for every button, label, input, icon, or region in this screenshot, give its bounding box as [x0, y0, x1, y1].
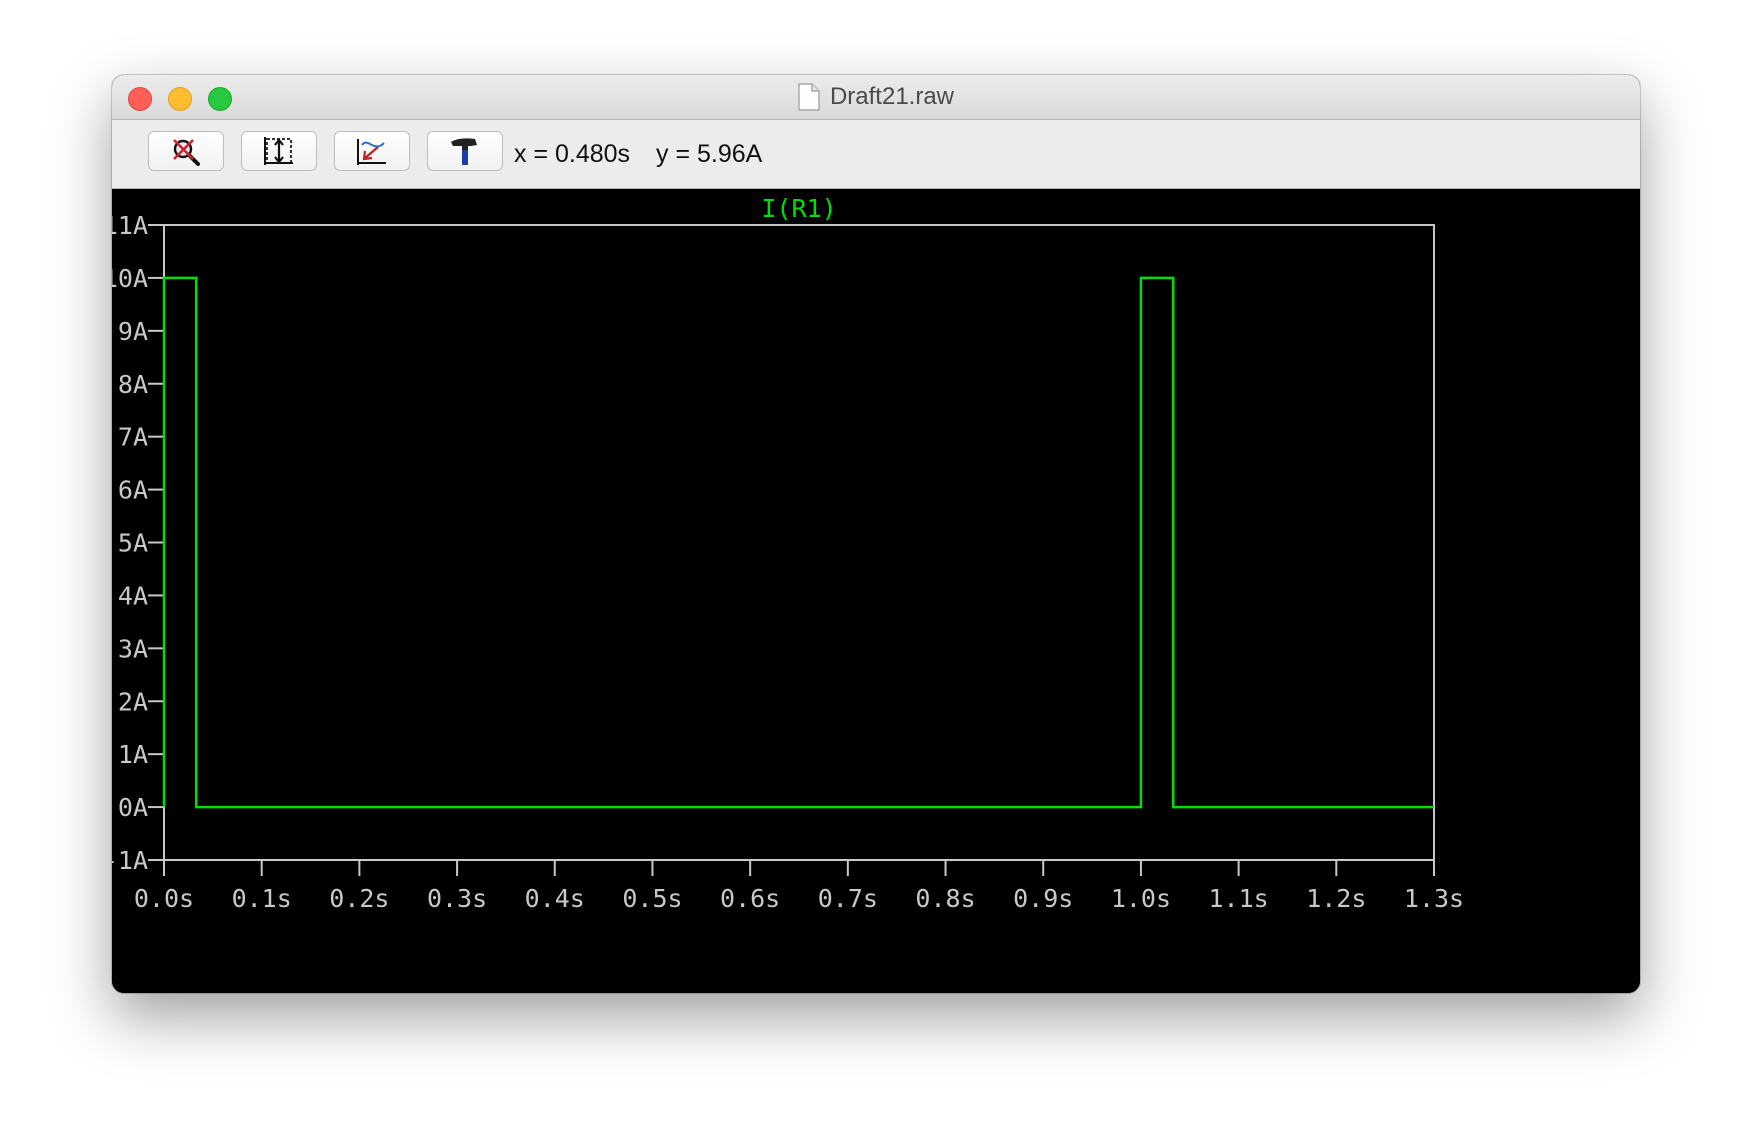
y-tick-label: 7A: [118, 423, 148, 452]
y-tick-label: 10A: [112, 264, 148, 293]
x-tick-label: 0.0s: [134, 884, 194, 913]
settings-button[interactable]: [427, 131, 503, 171]
x-tick-label: 0.3s: [427, 884, 487, 913]
zoom-cancel-button[interactable]: [148, 131, 224, 171]
x-tick-label: 1.3s: [1404, 884, 1464, 913]
x-tick-label: 0.1s: [232, 884, 292, 913]
y-tick-label: 0A: [118, 793, 148, 822]
y-tick-label: 9A: [118, 317, 148, 346]
x-tick-label: 0.8s: [915, 884, 975, 913]
zoom-cancel-icon: [173, 139, 200, 166]
x-tick-label: 0.5s: [622, 884, 682, 913]
cursor-x-readout: x = 0.480s: [514, 140, 631, 168]
window-title-group: Draft21.raw: [112, 75, 1640, 119]
y-tick-label: 5A: [118, 529, 148, 558]
x-tick-label: 1.0s: [1111, 884, 1171, 913]
fit-trace-icon: [357, 139, 386, 165]
window-title: Draft21.raw: [829, 83, 955, 110]
x-tick-label: 1.2s: [1306, 884, 1366, 913]
y-tick-label: -1A: [112, 846, 148, 875]
autorange-icon: [264, 137, 293, 165]
y-tick-label: 4A: [118, 581, 148, 610]
waveform-window: Draft21.raw x = 0.480s y = 5.96A 1A 0A 9…: [112, 75, 1640, 993]
toolbar: x = 0.480s y = 5.96A: [112, 120, 1640, 189]
y-tick-label: 8A: [118, 370, 148, 399]
x-tick-label: 1.1s: [1209, 884, 1269, 913]
x-axis-ticks: 0.0s 0.1s 0.2s 0.3s 0.4s 0.5s 0.6s 0.7s 0.8s 0.9s…: [134, 860, 1464, 913]
plot-frame: [163, 224, 1435, 861]
x-tick-label: 0.2s: [329, 884, 389, 913]
y-tick-label: 11A: [112, 211, 148, 240]
document-icon: [798, 83, 820, 111]
x-tick-label: 0.9s: [1013, 884, 1073, 913]
y-tick-label: 1A: [118, 740, 148, 769]
y-tick-label: 3A: [118, 634, 148, 663]
y-tick-label: 6A: [118, 476, 148, 505]
x-tick-label: 0.6s: [720, 884, 780, 913]
x-tick-label: 0.7s: [818, 884, 878, 913]
x-tick-label: 0.4s: [525, 884, 585, 913]
autorange-button[interactable]: [241, 131, 317, 171]
trace-label[interactable]: I(R1): [761, 194, 836, 223]
hammer-icon: [451, 138, 477, 165]
fit-trace-button[interactable]: [334, 131, 410, 171]
title-bar[interactable]: Draft21.raw: [112, 75, 1640, 120]
y-tick-label: 2A: [118, 687, 148, 716]
trace-i-r1[interactable]: [162, 276, 1434, 809]
y-axis-ticks: 11A 10A 9A 8A 7A 6A 5A 4A 3A 2A 1A 0A -1A: [112, 211, 164, 875]
cursor-y-readout: y = 5.96A: [656, 140, 763, 168]
waveform-plot[interactable]: 11A10A9A8A7A6A5A4A3A2A1A0A-1A 0.0s0.1s0.…: [112, 189, 1640, 993]
waveform-chart[interactable]: 11A10A9A8A7A6A5A4A3A2A1A0A-1A 0.0s0.1s0.…: [112, 189, 1640, 993]
